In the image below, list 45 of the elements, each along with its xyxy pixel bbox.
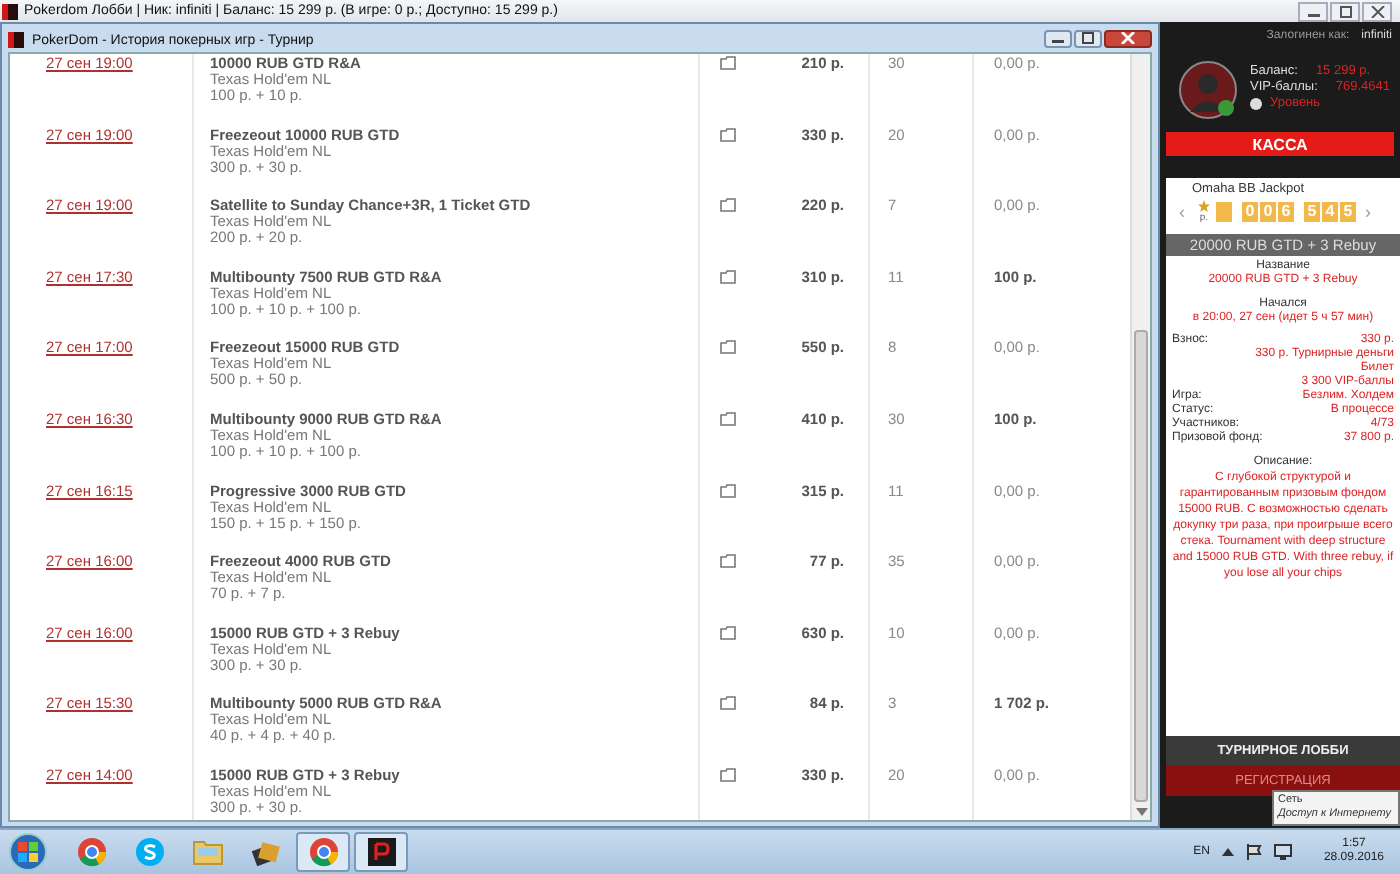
scrollbar[interactable]	[1130, 54, 1150, 820]
digit-blank	[1216, 202, 1232, 222]
box-icon[interactable]	[720, 340, 736, 355]
box-icon[interactable]	[720, 554, 736, 569]
star-icon	[1198, 200, 1210, 212]
network-icon[interactable]	[1273, 844, 1292, 860]
taskbar-app-button[interactable]	[354, 832, 408, 872]
scroll-down-icon[interactable]	[1135, 808, 1147, 816]
close-icon	[1120, 32, 1136, 44]
start-button[interactable]	[8, 832, 48, 872]
chrome-icon	[307, 836, 339, 868]
box-icon[interactable]	[720, 56, 736, 70]
box-icon[interactable]	[720, 411, 736, 426]
maximize-button[interactable]	[1074, 29, 1102, 47]
chat-bubble-icon	[133, 836, 165, 868]
box-icon[interactable]	[720, 696, 736, 711]
tray-arrow-icon[interactable]	[1221, 847, 1234, 857]
level-icon	[1250, 97, 1262, 109]
jackpot-digit: 5	[1304, 202, 1320, 222]
minimize-button[interactable]	[1044, 29, 1072, 47]
maximize-icon	[1080, 32, 1096, 44]
avatar[interactable]	[1178, 60, 1238, 120]
box-icon[interactable]	[720, 269, 736, 284]
box-icon[interactable]	[720, 198, 736, 213]
jackpot-digit: 5	[1340, 202, 1356, 222]
jackpot-digit: 4	[1322, 202, 1338, 222]
minimize-button[interactable]	[1298, 1, 1328, 21]
maximize-button[interactable]	[1330, 1, 1360, 21]
folder-icon	[191, 836, 223, 868]
box-icon[interactable]	[720, 483, 736, 498]
close-icon	[1369, 5, 1385, 17]
cashier-button[interactable]: КАССА	[1166, 132, 1394, 156]
pokerdom-icon	[365, 836, 397, 868]
box-icon[interactable]	[720, 625, 736, 640]
jackpot-digit: 6	[1278, 202, 1294, 222]
box-icon[interactable]	[720, 767, 736, 782]
close-button[interactable]	[1104, 29, 1152, 47]
maximize-icon	[1337, 5, 1353, 17]
cards-icon	[249, 836, 281, 868]
flag-icon[interactable]	[1245, 844, 1262, 860]
jackpot-digit: 0	[1260, 202, 1276, 222]
chrome-icon	[75, 836, 107, 868]
box-icon[interactable]	[720, 127, 736, 142]
jackpot-digit: 0	[1242, 202, 1258, 222]
close-button[interactable]	[1362, 1, 1392, 21]
